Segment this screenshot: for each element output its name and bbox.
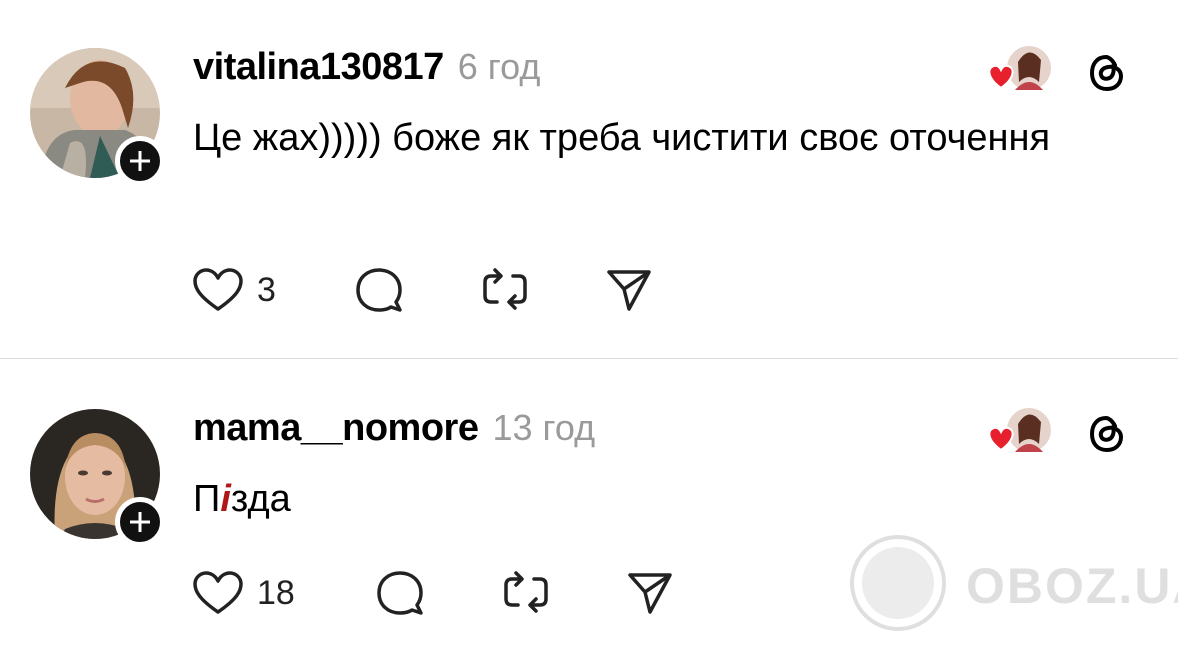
plus-icon [130,512,150,532]
watermark-text: OBOZ.UA [966,558,1178,614]
reply-button[interactable] [376,569,501,617]
timestamp: 13 год [492,407,596,448]
heart-filled-icon [988,426,1014,452]
reply-button[interactable] [355,266,480,314]
post-text-part: П [193,478,221,520]
post-header: mama__nomore 13 год [193,407,595,450]
threads-icon[interactable] [1084,411,1130,457]
repost-button[interactable] [480,266,605,314]
follow-button[interactable] [115,497,165,547]
username[interactable]: mama__nomore [193,407,479,450]
heart-outline-icon [193,268,243,311]
heart-outline-icon [193,571,243,614]
repost-button[interactable] [501,569,626,617]
action-bar: 3 [193,266,665,314]
username[interactable]: vitalina130817 [193,46,444,89]
send-icon [607,270,651,311]
speech-bubble-icon [356,268,402,312]
liked-by-indicator[interactable] [985,404,1055,454]
share-button[interactable] [605,267,665,313]
thread-post-1: vitalina130817 6 год Це жах))))) боже як… [0,0,1178,358]
timestamp: 6 год [457,46,541,87]
speech-bubble-icon [377,571,423,615]
globe-logo-icon [850,535,946,631]
like-count: 18 [257,573,295,612]
liked-by-indicator[interactable] [985,42,1055,92]
post-header: vitalina130817 6 год [193,46,540,89]
send-icon [628,573,672,614]
repost-icon [504,571,548,613]
post-text-part: зда [230,478,291,520]
threads-icon[interactable] [1084,50,1130,96]
like-button[interactable]: 3 [193,268,355,312]
heart-filled-icon [988,64,1014,90]
watermark: OBOZ.UA [848,533,1178,633]
like-button[interactable]: 18 [193,571,376,615]
share-button[interactable] [626,570,686,616]
post-text: Це жах))))) боже як треба чистити своє о… [193,117,1051,159]
repost-icon [483,268,527,310]
like-count: 3 [257,270,276,309]
follow-button[interactable] [115,136,165,186]
censored-letter: і [220,478,231,520]
plus-icon [130,151,150,171]
action-bar: 18 [193,569,686,617]
post-text: Пізда [193,469,291,529]
